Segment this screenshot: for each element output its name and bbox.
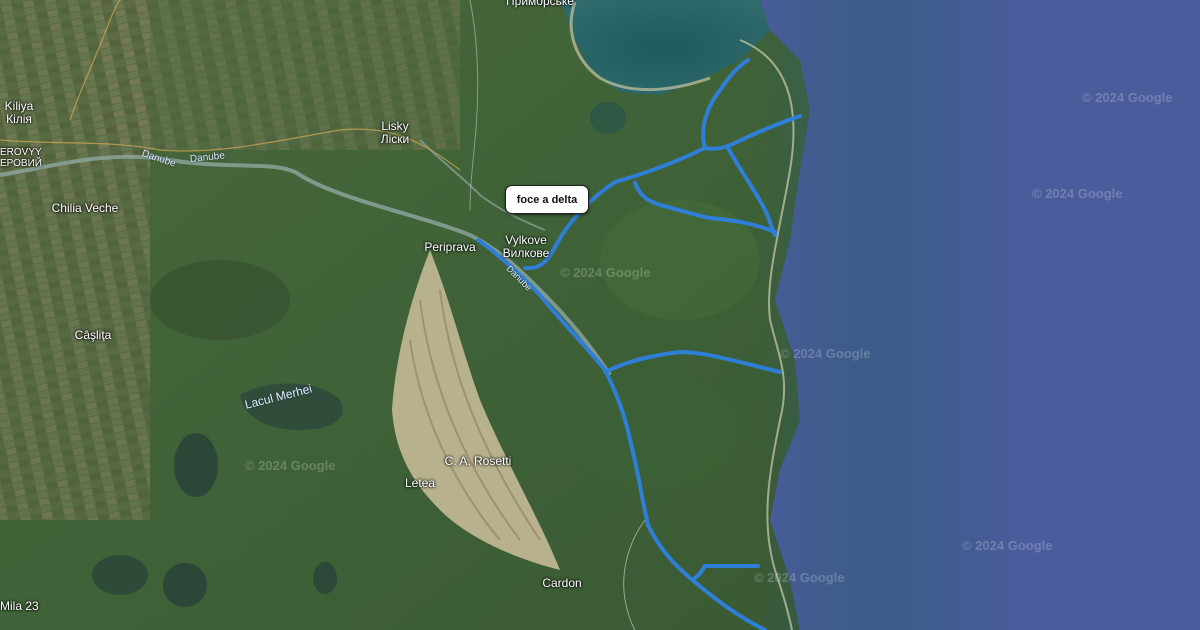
place-label-cyrillic: Ліски [380,132,410,146]
lake-4 [313,562,337,594]
coastal-shelf [760,0,1020,630]
marsh-2 [560,370,740,490]
map-watermark: © 2024 Google [1032,186,1123,201]
place-caslita[interactable]: Câşliţa [75,329,112,342]
place-vylkove[interactable]: Vylkove Вилкове [503,234,550,260]
map-watermark: © 2024 Google [1082,90,1173,105]
lake-3 [92,555,148,595]
lake-2 [163,563,207,607]
place-mila-23[interactable]: Mila 23 [0,600,39,613]
map-watermark: © 2024 Google [560,265,651,280]
satellite-map[interactable] [0,0,1200,630]
place-ca-rosetti[interactable]: C. A. Rosetti [445,455,512,468]
marsh-1 [150,260,290,340]
map-watermark: © 2024 Google [245,458,336,473]
place-kiliya[interactable]: Kiliya Кілія [5,100,34,126]
place-label-cyrillic: Вилкове [502,246,550,260]
place-periprava[interactable]: Periprava [424,241,475,254]
place-chilia-veche[interactable]: Chilia Veche [52,202,119,215]
place-primorske[interactable]: Приморське [506,0,574,8]
place-label-cyrillic: Кілія [6,112,32,126]
place-cardon[interactable]: Cardon [542,577,581,590]
map-watermark: © 2024 Google [780,346,871,361]
place-label-latin: EROVYY [0,147,42,158]
place-label-cyrillic: ЕРОВИЙ [0,158,42,169]
route-callout-label[interactable]: foce a delta [505,185,589,214]
place-nerovyy[interactable]: EROVYY ЕРОВИЙ [0,147,42,169]
place-letea[interactable]: Letea [405,477,435,490]
marsh-3 [600,200,760,320]
lake-1 [174,433,218,497]
lake-5 [590,102,626,134]
map-watermark: © 2024 Google [754,570,845,585]
place-lisky[interactable]: Lisky Ліски [381,120,410,146]
map-watermark: © 2024 Google [962,538,1053,553]
